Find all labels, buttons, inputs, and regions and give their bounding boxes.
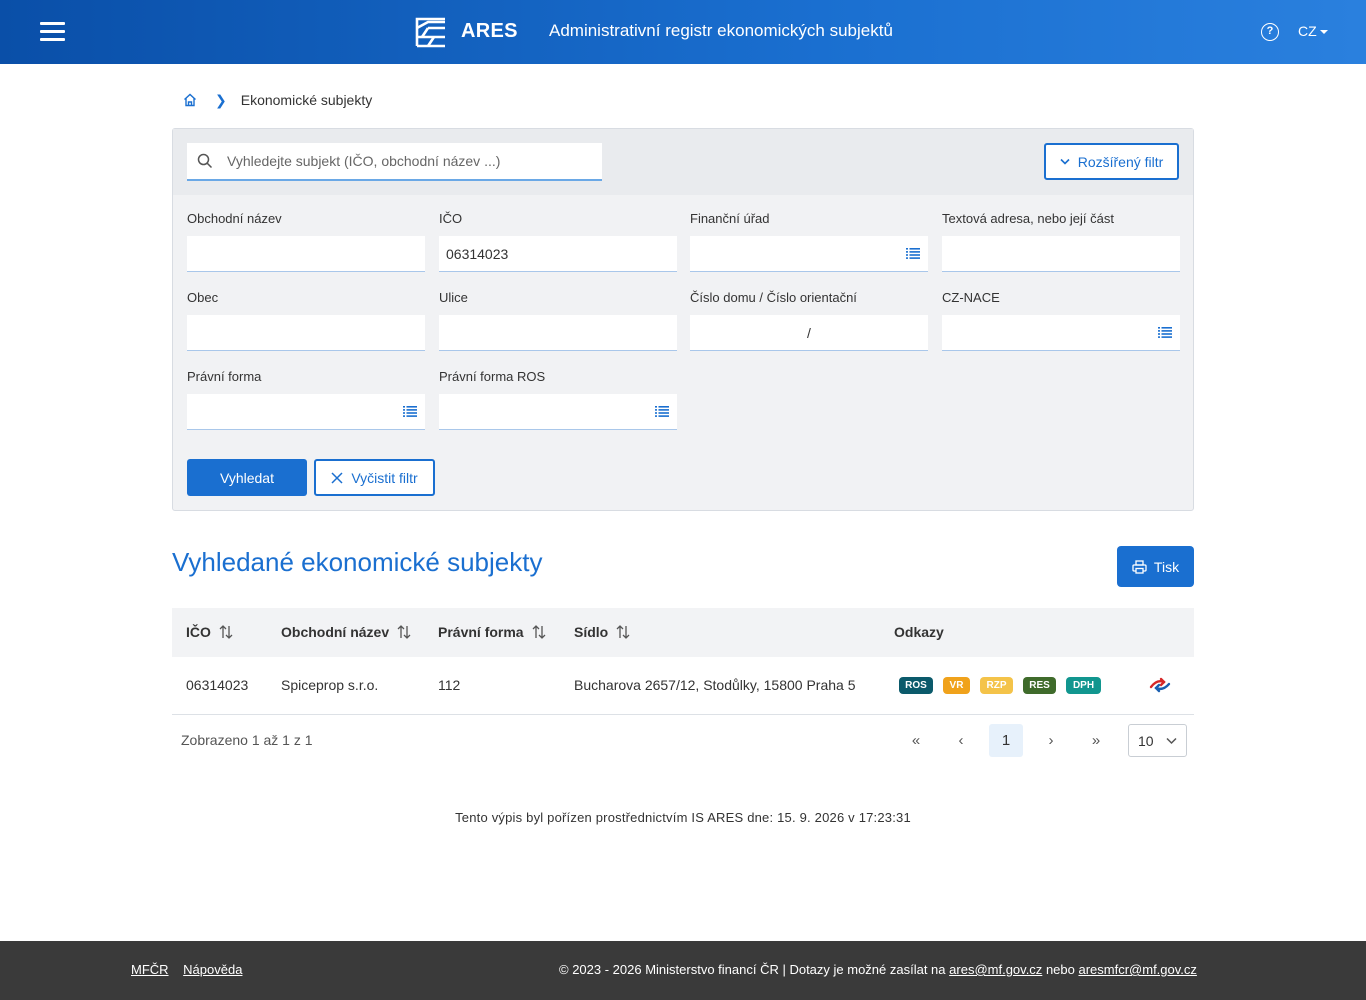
chevron-right-icon: ❯ — [215, 91, 227, 108]
timestamp-note: Tento výpis byl pořízen prostřednictvím … — [455, 810, 911, 825]
footer-email-2[interactable]: aresmfcr@mf.gov.cz — [1078, 962, 1196, 977]
printer-icon — [1132, 559, 1147, 574]
badge-rzp[interactable]: RZP — [980, 677, 1013, 694]
results-count: Zobrazeno 1 až 1 z 1 — [181, 732, 313, 748]
field-pravni-forma[interactable] — [187, 394, 425, 430]
page-size-select[interactable]: 10 — [1128, 724, 1187, 757]
col-label: Obchodní název — [281, 624, 390, 640]
footer-copyright: © 2023 - 2026 Ministerstvo financí ČR | … — [559, 962, 1197, 977]
pager-page-1[interactable]: 1 — [989, 724, 1023, 757]
clear-filter-label: Vyčistit filtr — [351, 469, 418, 486]
sort-icon — [219, 625, 233, 639]
home-icon[interactable] — [183, 93, 197, 107]
filter-top-bar: Rozšířený filtr — [173, 129, 1193, 195]
badge-dph[interactable]: DPH — [1066, 677, 1101, 694]
logo-text[interactable]: ARES — [461, 20, 518, 43]
col-ico[interactable]: IČO — [186, 624, 234, 640]
field-obchodni-nazev[interactable] — [187, 236, 425, 272]
field-ico[interactable]: 06314023 — [439, 236, 677, 272]
field-cz-nace[interactable] — [942, 315, 1180, 351]
search-icon — [197, 153, 213, 169]
label-ico: IČO — [439, 211, 463, 226]
label-pravni-forma-ros: Právní forma ROS — [439, 369, 546, 384]
field-textova-adresa[interactable] — [942, 236, 1180, 272]
list-icon[interactable] — [1158, 327, 1172, 338]
col-pravni-forma[interactable]: Právní forma — [438, 624, 547, 640]
help-icon[interactable]: ? — [1261, 23, 1279, 41]
col-odkazy: Odkazy — [894, 624, 944, 640]
print-button[interactable]: Tisk — [1117, 546, 1194, 587]
label-obec: Obec — [187, 290, 219, 305]
badge-res[interactable]: RES — [1023, 677, 1056, 694]
pager-first[interactable]: « — [899, 724, 933, 757]
label-financni-urad: Finanční úřad — [690, 211, 770, 226]
language-label: CZ — [1298, 23, 1317, 39]
cell-nazev[interactable]: Spiceprop s.r.o. — [281, 677, 378, 693]
sort-icon — [532, 625, 546, 639]
field-financni-urad[interactable] — [690, 236, 928, 272]
print-label: Tisk — [1153, 558, 1180, 575]
list-icon[interactable] — [655, 406, 669, 417]
chevron-down-icon — [1060, 158, 1070, 165]
label-pravni-forma: Právní forma — [187, 369, 262, 384]
advanced-filter-label: Rozšířený filtr — [1077, 153, 1164, 170]
top-header: ARES Administrativní registr ekonomickýc… — [0, 0, 1366, 64]
breadcrumb-current: Ekonomické subjekty — [240, 92, 373, 108]
pager-last[interactable]: » — [1079, 724, 1113, 757]
col-label: Sídlo — [574, 624, 609, 640]
list-icon[interactable] — [906, 248, 920, 259]
list-icon[interactable] — [403, 406, 417, 417]
label-cz-nace: CZ-NACE — [942, 290, 1000, 305]
cell-sidlo: Bucharova 2657/12, Stodůlky, 15800 Praha… — [574, 677, 856, 693]
cell-pravni-forma: 112 — [438, 677, 461, 693]
page-footer: MFČR Nápověda © 2023 - 2026 Ministerstvo… — [0, 941, 1366, 1000]
sort-icon — [397, 625, 411, 639]
field-pravni-forma-ros[interactable] — [439, 394, 677, 430]
field-obec[interactable] — [187, 315, 425, 351]
table-header: IČO Obchodní název Právní forma Sídlo Od… — [172, 608, 1194, 657]
results-title: Vyhledané ekonomické subjekty — [172, 547, 543, 577]
badge-vr[interactable]: VR — [943, 677, 970, 694]
field-cislo-domu[interactable]: / — [690, 315, 928, 351]
col-obchodni-nazev[interactable]: Obchodní název — [281, 624, 412, 640]
search-button[interactable]: Vyhledat — [187, 459, 307, 496]
label-obchodni-nazev: Obchodní název — [187, 211, 282, 226]
close-icon — [331, 471, 343, 484]
label-cislo-domu: Číslo domu / Číslo orientační — [690, 290, 857, 305]
ares-logo-icon[interactable] — [414, 16, 448, 48]
footer-email-1[interactable]: ares@mf.gov.cz — [949, 962, 1042, 977]
chevron-down-icon — [1166, 737, 1177, 745]
caret-down-icon — [1319, 30, 1328, 35]
pager-prev[interactable]: ‹ — [944, 724, 978, 757]
badge-ros[interactable]: ROS — [899, 677, 933, 694]
breadcrumb: ❯ Ekonomické subjekty — [183, 91, 372, 109]
pager-next[interactable]: › — [1034, 724, 1068, 757]
copyright-text: © 2023 - 2026 Ministerstvo financí ČR | … — [559, 962, 946, 977]
cell-ico: 06314023 — [186, 677, 249, 693]
search-input[interactable] — [227, 153, 587, 169]
sort-icon — [616, 625, 630, 639]
col-sidlo[interactable]: Sídlo — [574, 624, 631, 640]
col-label: Právní forma — [438, 624, 524, 640]
clear-filter-button[interactable]: Vyčistit filtr — [314, 459, 435, 496]
table-row[interactable]: 06314023 Spiceprop s.r.o. 112 Bucharova … — [172, 657, 1194, 715]
label-textova-adresa: Textová adresa, nebo její část — [942, 211, 1114, 226]
page-size-value: 10 — [1138, 732, 1154, 749]
external-link-icon[interactable] — [1149, 676, 1171, 694]
filter-panel: Rozšířený filtr Obchodní název IČO 06314… — [172, 128, 1194, 511]
field-ulice[interactable] — [439, 315, 677, 351]
field-value: 06314023 — [446, 245, 509, 262]
header-title: Administrativní registr ekonomických sub… — [549, 21, 893, 40]
col-label: Odkazy — [894, 624, 944, 640]
number-separator: / — [807, 324, 811, 341]
col-label: IČO — [186, 624, 211, 640]
footer-link-help[interactable]: Nápověda — [183, 962, 242, 977]
language-switcher[interactable]: CZ — [1298, 23, 1328, 39]
label-ulice: Ulice — [439, 290, 468, 305]
advanced-filter-button[interactable]: Rozšířený filtr — [1044, 143, 1179, 180]
footer-link-mfcr[interactable]: MFČR — [131, 962, 169, 977]
search-box[interactable] — [187, 143, 602, 181]
menu-icon[interactable] — [40, 22, 65, 42]
footer-conj: nebo — [1045, 962, 1075, 977]
